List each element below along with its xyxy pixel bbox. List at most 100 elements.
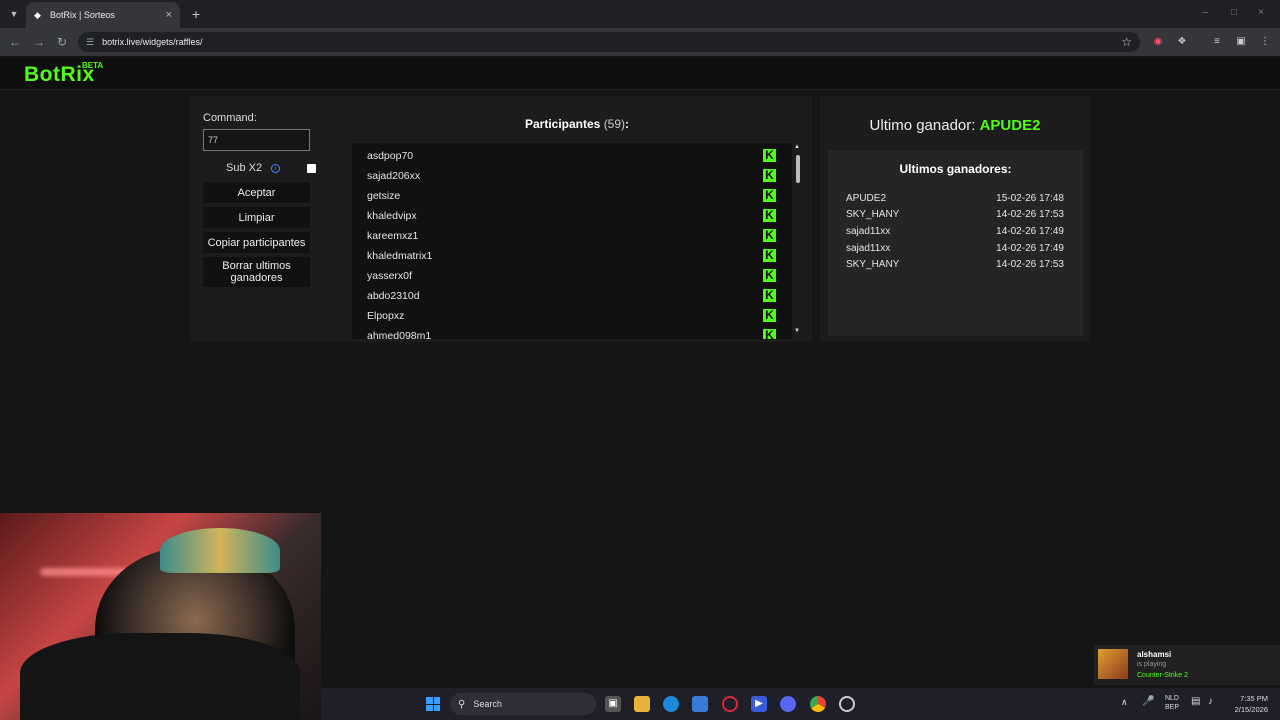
close-tab-icon[interactable]: × (166, 9, 172, 21)
kick-icon: K (763, 309, 776, 322)
kick-icon: K (763, 149, 776, 162)
keyboard-layout: BEP (1164, 704, 1179, 711)
streamer-jacket (20, 633, 300, 720)
last-winner-name: APUDE2 (979, 117, 1041, 134)
last-winner-line: Ultimo ganador: APUDE2 (820, 117, 1090, 134)
botrix-favicon-icon: ◆ (34, 10, 41, 20)
site-info-icon[interactable]: ☰ (86, 37, 94, 48)
participant-name: asdpop70 (367, 150, 414, 162)
taskbar-clock[interactable]: 7:35 PM 2/15/2026 (1226, 693, 1268, 715)
accept-button[interactable]: Aceptar (203, 182, 310, 203)
winner-row: APUDE2 15-02-26 17:48 (846, 193, 1066, 209)
winner-name: sajad11xx (846, 243, 891, 254)
clear-button[interactable]: Limpiar (203, 207, 310, 228)
kick-icon: K (763, 249, 776, 262)
tray-chevron-up-icon[interactable]: ∧ (1121, 697, 1128, 708)
address-bar[interactable]: ☰ botrix.live/widgets/raffles/ ☆ (78, 32, 1140, 52)
winner-name: SKY_HANY (846, 259, 900, 270)
browser-tab[interactable]: ◆ BotRix | Sorteos × (26, 2, 180, 28)
tab-list-chevron-icon[interactable]: ▼ (6, 6, 22, 22)
winner-row: SKY_HANY 14-02-26 17:53 (846, 209, 1066, 225)
site-header (0, 58, 1280, 90)
scroll-up-arrow-icon[interactable]: ▲ (794, 144, 800, 150)
edge-icon[interactable] (663, 696, 679, 712)
participant-name: sajad206xx (367, 170, 421, 182)
participant-name: abdo2310d (367, 290, 420, 302)
notification-status: is playing (1137, 661, 1167, 668)
scroll-down-arrow-icon[interactable]: ▼ (794, 328, 800, 334)
maximize-icon[interactable]: □ (1227, 6, 1241, 20)
notification-game: Counter-Strike 2 (1137, 672, 1188, 679)
taskbar-search[interactable]: ⚲ Search (450, 693, 596, 715)
game-notification[interactable] (1094, 645, 1280, 685)
chrome-icon[interactable] (810, 696, 826, 712)
participants-list[interactable]: asdpop70 K sajad206xx K getsize K khaledvip… (352, 143, 792, 339)
notification-name: alshamsi (1137, 650, 1172, 659)
delete-last-winners-button[interactable]: Borrar ultimos ganadores (203, 257, 310, 287)
minimize-icon[interactable]: – (1198, 6, 1212, 20)
sub-x2-row: Sub X2 i (203, 160, 317, 176)
participant-row: yasserx0f K (352, 265, 782, 285)
winner-date: 14-02-26 17:53 (996, 209, 1064, 220)
taskbar-search-label: Search (473, 699, 502, 709)
command-input[interactable] (203, 129, 310, 151)
winners-history-title: Ultimos ganadores: (899, 162, 1012, 176)
participant-row: asdpop70 K (352, 145, 782, 165)
microphone-icon[interactable]: 🎤 (1142, 696, 1154, 707)
sub-x2-checkbox[interactable] (307, 163, 316, 173)
winner-row: sajad11xx 14-02-26 17:49 (846, 226, 1066, 242)
language-indicator[interactable]: NLD BEP (1160, 694, 1184, 712)
file-explorer-icon[interactable] (634, 696, 650, 712)
store-icon[interactable] (692, 696, 708, 712)
kick-icon: K (763, 269, 776, 282)
copy-participants-button[interactable]: Copiar participantes (203, 232, 310, 253)
info-icon[interactable]: i (271, 163, 281, 173)
beta-badge: BETA (82, 61, 104, 70)
participant-name: Elpopxz (367, 310, 405, 322)
winner-name: SKY_HANY (846, 209, 900, 220)
volume-icon[interactable]: ♪ (1208, 696, 1213, 707)
winner-date: 14-02-26 17:53 (996, 259, 1064, 270)
more-menu-icon[interactable]: ⋮ (1258, 35, 1272, 49)
command-label: Command: (203, 112, 257, 124)
winner-row: SKY_HANY 14-02-26 17:53 (846, 259, 1066, 275)
windows-start-icon[interactable] (426, 697, 440, 711)
reload-icon[interactable]: ↻ (54, 34, 70, 50)
kick-icon: K (763, 189, 776, 202)
new-tab-plus-icon[interactable]: + (188, 6, 204, 22)
media-queue-icon[interactable]: ≡ (1210, 35, 1224, 49)
participant-name: kareemxz1 (367, 230, 419, 242)
last-winner-label: Ultimo ganador: (869, 117, 976, 134)
streamer-cap (160, 528, 280, 573)
participant-name: khaledvipx (367, 210, 417, 222)
participant-name: getsize (367, 190, 401, 202)
close-window-icon[interactable]: × (1254, 6, 1268, 20)
winner-date: 15-02-26 17:48 (996, 193, 1064, 204)
network-icon[interactable]: ▤ (1191, 696, 1200, 707)
language-code: NLD (1164, 695, 1179, 702)
back-arrow-icon[interactable]: ← (7, 34, 23, 50)
scroll-thumb[interactable] (796, 155, 800, 183)
extension-record-icon[interactable]: ◉ (1151, 35, 1165, 49)
winner-name: APUDE2 (846, 193, 887, 204)
bookmark-star-icon[interactable]: ☆ (1121, 35, 1132, 49)
tab-title: BotRix | Sorteos (50, 10, 115, 20)
kick-icon: K (763, 229, 776, 242)
profile-icon[interactable]: ▣ (1234, 35, 1248, 49)
participants-title-suffix: : (625, 117, 630, 131)
kick-icon: K (763, 289, 776, 302)
discord-icon[interactable] (780, 696, 796, 712)
participants-title: Participantes (59): (352, 117, 802, 131)
participant-row: Elpopxz K (352, 305, 782, 325)
forward-arrow-icon[interactable]: → (31, 34, 47, 50)
clock-time: 7:35 PM (1240, 694, 1268, 703)
participant-row: kareemxz1 K (352, 225, 782, 245)
app-circle-icon[interactable] (839, 696, 855, 712)
participant-name: ahmed098m1 (367, 330, 432, 339)
opera-icon[interactable] (722, 696, 738, 712)
app-icon[interactable]: ▶ (751, 696, 767, 712)
participant-name: khaledmatrix1 (367, 250, 433, 262)
notification-avatar (1098, 649, 1128, 679)
task-view-icon[interactable]: ▣ (605, 696, 621, 712)
extensions-puzzle-icon[interactable]: ❖ (1175, 35, 1189, 49)
